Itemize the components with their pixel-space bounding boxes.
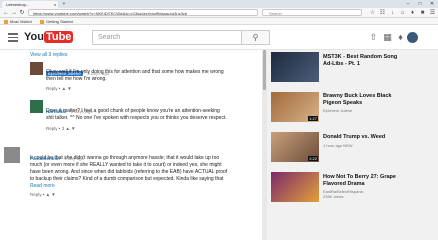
url-bar[interactable]: https://www.youtube.com/watch?v=NKEiDl7K… — [28, 9, 258, 16]
upload-icon[interactable]: ⇧ — [368, 32, 379, 43]
bookmark-icon — [4, 19, 8, 24]
new-tab-button[interactable]: + — [60, 1, 68, 7]
video-thumbnail[interactable] — [271, 172, 319, 202]
maximize-icon[interactable]: □ — [414, 0, 426, 8]
bookmarks-bar: Most Visited Getting Started — [0, 18, 438, 25]
search-icon[interactable]: ⚲ — [242, 30, 270, 45]
read-more-link[interactable]: Read more — [30, 183, 55, 189]
video-title[interactable]: Brawny Buck Loves Black Pigeon Speaks — [323, 93, 433, 107]
avatar[interactable] — [30, 100, 43, 113]
back-icon[interactable]: ← — [2, 8, 10, 18]
youtube-search-placeholder: Search — [98, 34, 121, 41]
reload-icon[interactable]: ↻ — [18, 8, 26, 18]
tab-close-icon[interactable]: x — [54, 1, 56, 8]
bookmark-icon — [40, 19, 44, 24]
extension-icon[interactable]: ■ — [418, 8, 427, 18]
comment-actions[interactable]: Reply • 3 ▲ ▼ — [46, 126, 76, 132]
video-title[interactable]: Donald Trump vs. Weed — [323, 134, 433, 141]
star-icon[interactable]: ☆ — [368, 8, 377, 18]
download-icon[interactable]: ↓ — [388, 8, 397, 18]
comment-actions[interactable]: Reply • ▲ ▼ — [30, 192, 56, 198]
video-title[interactable]: MST3K - Best Random Song Ad-Libs - Pt. 1 — [323, 54, 433, 68]
account-avatar[interactable] — [407, 32, 418, 43]
youtube-logo[interactable]: You Tube — [24, 31, 74, 44]
video-duration: 1:27 — [308, 116, 318, 121]
comments-section: View all 3 replies Ephreem Joiene 3 days… — [0, 50, 262, 240]
comment-text: Okay well if I'm only doing this for att… — [46, 69, 224, 82]
browser-titlebar: Letmeshop... x + – □ ✕ — [0, 0, 438, 8]
video-title[interactable]: How Not To Berry 27: Grape Flavored Dram… — [323, 174, 433, 188]
youtube-search-input[interactable]: Search — [92, 30, 242, 45]
menu-icon[interactable]: ☰ — [428, 8, 437, 18]
comment-text: It could be that she didn't wanna go thr… — [30, 155, 228, 182]
video-views: 236K views — [323, 194, 344, 199]
video-channel[interactable]: Ephreem Joiene — [323, 108, 352, 113]
video-duration: 2:22 — [308, 156, 318, 161]
guide-menu-icon[interactable] — [8, 33, 18, 42]
apps-icon[interactable]: ▦ — [382, 32, 393, 43]
browser-tab[interactable]: Letmeshop... x — [2, 1, 58, 8]
related-videos: MST3K - Best Random Song Ad-Libs - Pt. 1… — [267, 50, 438, 240]
video-meta: 1 hour ago NEW — [323, 143, 353, 148]
close-window-icon[interactable]: ✕ — [426, 0, 438, 8]
video-thumbnail[interactable]: 1:27 — [271, 92, 319, 122]
bookmark-getting-started[interactable]: Getting Started — [40, 18, 73, 25]
comment-actions[interactable]: Reply • ▲ ▼ — [46, 86, 72, 92]
view-all-replies-link[interactable]: View all 3 replies — [30, 52, 67, 58]
notifications-bell-icon[interactable]: ♦ — [395, 32, 406, 43]
browser-search-placeholder: Search — [269, 11, 282, 16]
bookmark-most-visited[interactable]: Most Visited — [4, 18, 32, 25]
scrollbar-thumb[interactable] — [263, 50, 266, 90]
library-icon[interactable]: ☷ — [378, 8, 387, 18]
home-icon[interactable]: ⌂ — [398, 8, 407, 18]
browser-search-field[interactable]: Search — [262, 9, 362, 16]
minimize-icon[interactable]: – — [402, 0, 414, 8]
tab-title: Letmeshop... — [6, 2, 30, 7]
comment-text: Does it matter? I feel a good chunk of p… — [46, 108, 227, 121]
video-thumbnail[interactable]: 2:22 — [271, 132, 319, 162]
avatar[interactable] — [4, 147, 20, 163]
shield-icon[interactable]: ♦ — [408, 8, 417, 18]
forward-icon[interactable]: → — [10, 8, 18, 18]
browser-navbar: ← → ↻ https://www.youtube.com/watch?v=NK… — [0, 8, 438, 18]
video-thumbnail[interactable] — [271, 52, 319, 82]
youtube-header: You Tube Search ⚲ ⇧ ▦ ♦ — [0, 25, 438, 50]
avatar[interactable] — [30, 62, 43, 75]
